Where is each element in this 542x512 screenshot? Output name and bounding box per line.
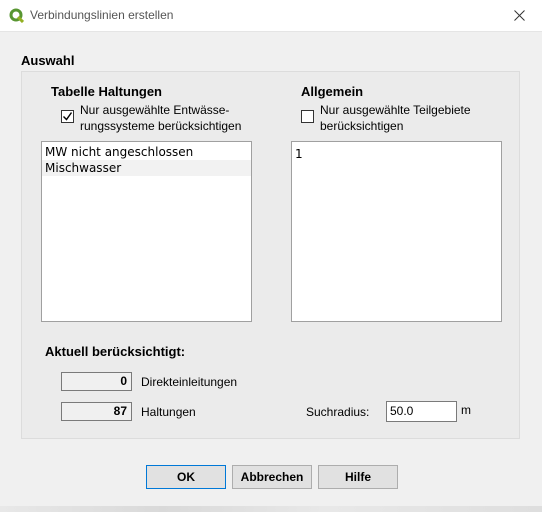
allgemein-checkbox-label-line1: Nur ausgewählte Teilgebiete [320, 103, 471, 117]
haltungen-count-field: 87 [61, 402, 132, 421]
window-title: Verbindungslinien erstellen [30, 8, 174, 22]
allgemein-title: Allgemein [301, 84, 364, 99]
aktuell-title: Aktuell berücksichtigt: [45, 344, 186, 359]
auswahl-title: Auswahl [21, 53, 75, 68]
suchradius-label: Suchradius: [306, 405, 370, 419]
close-button[interactable] [496, 0, 542, 31]
qgis-logo-icon [9, 8, 25, 24]
allgemein-checkbox[interactable] [301, 110, 314, 123]
haltungen-checkbox[interactable] [61, 110, 74, 123]
haltungen-title: Tabelle Haltungen [51, 84, 162, 99]
cancel-button[interactable]: Abbrechen [232, 465, 312, 489]
list-item[interactable]: MW nicht angeschlossen [42, 144, 251, 160]
suchradius-input[interactable]: 50.0 [386, 401, 457, 422]
haltungen-checkbox-label-line2: rungssysteme berücksichtigen [80, 119, 242, 133]
ok-button[interactable]: OK [146, 465, 226, 489]
checkmark-icon [63, 112, 72, 121]
help-button[interactable]: Hilfe [318, 465, 398, 489]
list-item[interactable]: 1 [292, 146, 501, 162]
haltungen-list[interactable]: MW nicht angeschlossen Mischwasser [41, 141, 252, 322]
direkt-label: Direkteinleitungen [141, 375, 238, 389]
background-strip [0, 506, 542, 512]
close-icon [513, 10, 525, 21]
haltungen-checkbox-label-line1: Nur ausgewählte Entwässe- [80, 103, 230, 117]
direkt-count-field: 0 [61, 372, 132, 391]
title-bar: Verbindungslinien erstellen [0, 0, 542, 32]
haltungen-count-label: Haltungen [141, 405, 196, 419]
allgemein-checkbox-label-line2: berücksichtigen [320, 119, 404, 133]
allgemein-list[interactable]: 1 [291, 141, 502, 322]
list-item[interactable]: Mischwasser [42, 160, 251, 176]
suchradius-unit: m [461, 403, 471, 417]
